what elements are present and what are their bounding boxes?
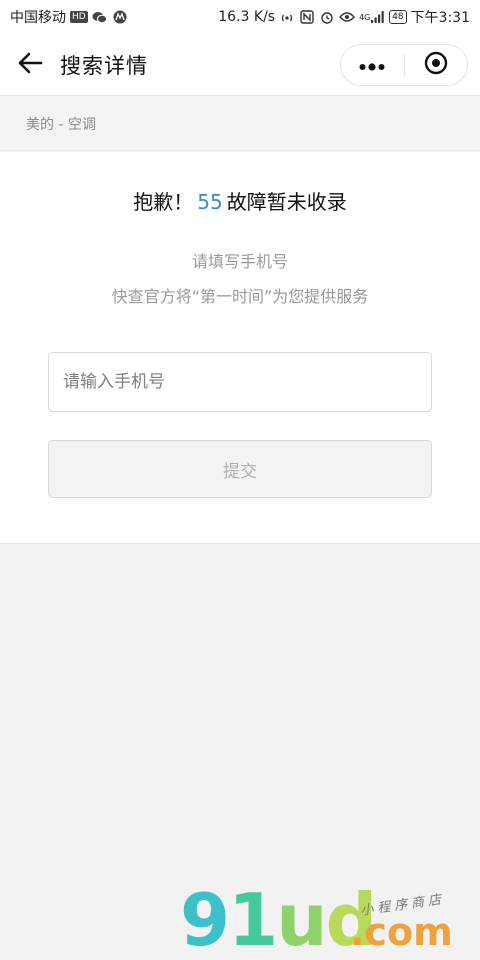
more-dots-icon <box>359 56 385 75</box>
headline-prefix: 抱歉！ <box>133 190 194 214</box>
network-speed: 16.3 K/s <box>218 9 276 25</box>
close-miniprogram-button[interactable] <box>405 44 468 86</box>
hotspot-icon <box>279 9 295 25</box>
battery-level: 48 <box>392 12 404 22</box>
hint-line-2: 快查官方将“第一时间”为您提供服务 <box>111 287 369 306</box>
wechat-icon <box>92 9 108 25</box>
headline-suffix: 故障暂未收录 <box>226 190 347 214</box>
alarm-icon <box>319 9 335 25</box>
network-type: 4G <box>359 12 371 22</box>
status-bar-left: 中国移动 HD <box>10 7 128 27</box>
battery-icon: 48 <box>389 10 407 24</box>
nfc-icon <box>299 9 315 25</box>
miniprogram-capsule <box>340 44 468 86</box>
carrier-label: 中国移动 <box>10 10 66 26</box>
phone-input[interactable] <box>48 352 432 412</box>
target-circle-icon <box>424 51 448 79</box>
status-bar: 中国移动 HD 16.3 K/s 4G 48 下午3:31 <box>0 0 480 34</box>
clock: 下午3:31 <box>410 10 470 26</box>
fault-result-card: 抱歉！55故障暂未收录 请填写手机号 快查官方将“第一时间”为您提供服务 提交 <box>0 152 480 544</box>
hd-badge: HD <box>70 11 88 23</box>
fault-code: 55 <box>197 190 223 214</box>
watermark: 91ud .com 小程序商店 <box>180 880 480 960</box>
page-title: 搜索详情 <box>60 53 148 78</box>
motorola-icon <box>112 9 128 25</box>
signal-icon: 4G <box>359 9 385 25</box>
hint-line-1: 请填写手机号 <box>191 252 288 271</box>
more-button[interactable] <box>341 44 404 86</box>
eye-icon <box>339 9 356 25</box>
status-bar-right: 16.3 K/s 4G 48 下午3:31 <box>218 7 470 27</box>
headline: 抱歉！ 55 故障暂未收录 <box>0 186 480 215</box>
submit-button[interactable]: 提交 <box>48 440 432 498</box>
screen: 中国移动 HD 16.3 K/s 4G 48 下午3:31 搜索详情 美的 - … <box>0 0 480 960</box>
back-button[interactable] <box>0 34 60 96</box>
breadcrumb: 美的 - 空调 <box>0 97 480 151</box>
arrow-left-icon <box>17 52 43 78</box>
watermark-logo: 91ud <box>180 878 377 960</box>
nav-bar: 搜索详情 <box>0 34 480 96</box>
